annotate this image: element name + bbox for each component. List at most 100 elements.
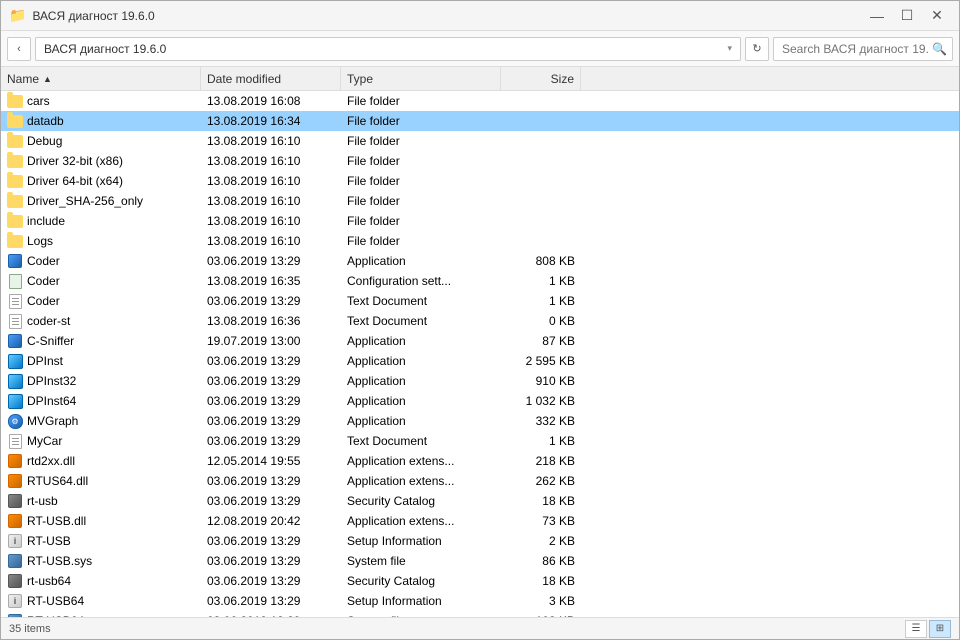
- file-row[interactable]: i RT-USB 03.06.2019 13:29 Setup Informat…: [1, 531, 959, 551]
- address-text: ВАСЯ диагност 19.6.0: [44, 42, 166, 56]
- inf-icon: i: [8, 534, 22, 548]
- column-header-name[interactable]: Name ▲: [1, 67, 201, 90]
- cat-icon: [8, 494, 22, 508]
- file-row[interactable]: include 13.08.2019 16:10 File folder: [1, 211, 959, 231]
- column-header-size[interactable]: Size: [501, 67, 581, 90]
- address-dropdown-icon[interactable]: ▾: [727, 43, 732, 54]
- file-icon-wrapper: ⚙: [7, 413, 23, 429]
- search-input[interactable]: [773, 37, 953, 61]
- file-row[interactable]: ⚙ MVGraph 03.06.2019 13:29 Application 3…: [1, 411, 959, 431]
- file-name: DPInst64: [27, 394, 76, 408]
- file-name-cell: DPInst64: [1, 391, 201, 411]
- file-name-cell: RT-USB.sys: [1, 551, 201, 571]
- file-row[interactable]: Coder 03.06.2019 13:29 Text Document 1 K…: [1, 291, 959, 311]
- explorer-window: 📁 ВАСЯ диагност 19.6.0 — ☐ ✕ ‹ ВАСЯ диаг…: [0, 0, 960, 640]
- file-name-cell: DPInst32: [1, 371, 201, 391]
- file-row[interactable]: datadb 13.08.2019 16:34 File folder: [1, 111, 959, 131]
- file-type-cell: Security Catalog: [341, 491, 501, 511]
- file-date-cell: 03.06.2019 13:29: [201, 391, 341, 411]
- file-name-cell: Logs: [1, 231, 201, 251]
- file-name-cell: rt-usb: [1, 491, 201, 511]
- file-size-cell: 1 KB: [501, 431, 581, 451]
- file-type-cell: File folder: [341, 131, 501, 151]
- file-type-cell: Application extens...: [341, 511, 501, 531]
- file-size-cell: 18 KB: [501, 571, 581, 591]
- file-row[interactable]: Coder 13.08.2019 16:35 Configuration set…: [1, 271, 959, 291]
- file-name: rt-usb64: [27, 574, 71, 588]
- exe-icon: [8, 334, 22, 348]
- file-row[interactable]: DPInst32 03.06.2019 13:29 Application 91…: [1, 371, 959, 391]
- dll-icon: [8, 474, 22, 488]
- minimize-button[interactable]: —: [863, 4, 891, 28]
- file-row[interactable]: RT-USB.sys 03.06.2019 13:29 System file …: [1, 551, 959, 571]
- file-size-cell: 2 595 KB: [501, 351, 581, 371]
- file-date-cell: 03.06.2019 13:29: [201, 371, 341, 391]
- file-row[interactable]: Driver 32-bit (x86) 13.08.2019 16:10 Fil…: [1, 151, 959, 171]
- file-size-cell: 3 KB: [501, 591, 581, 611]
- file-row[interactable]: rt-usb 03.06.2019 13:29 Security Catalog…: [1, 491, 959, 511]
- file-name: C-Sniffer: [27, 334, 74, 348]
- view-list-button[interactable]: ☰: [905, 620, 927, 638]
- file-list[interactable]: cars 13.08.2019 16:08 File folder datadb…: [1, 91, 959, 617]
- file-icon-wrapper: [7, 353, 23, 369]
- file-name: Logs: [27, 234, 53, 248]
- file-name-cell: include: [1, 211, 201, 231]
- file-date-cell: 03.06.2019 13:29: [201, 431, 341, 451]
- file-type-cell: Setup Information: [341, 531, 501, 551]
- file-type-cell: Application: [341, 251, 501, 271]
- view-details-button[interactable]: ⊞: [929, 620, 951, 638]
- column-header-type[interactable]: Type: [341, 67, 501, 90]
- file-name: Driver_SHA-256_only: [27, 194, 143, 208]
- file-row[interactable]: RT-USB.dll 12.08.2019 20:42 Application …: [1, 511, 959, 531]
- file-row[interactable]: Coder 03.06.2019 13:29 Application 808 K…: [1, 251, 959, 271]
- window-icon: 📁: [9, 7, 26, 24]
- file-row[interactable]: MyCar 03.06.2019 13:29 Text Document 1 K…: [1, 431, 959, 451]
- file-icon-wrapper: [7, 153, 23, 169]
- file-name-cell: Coder: [1, 291, 201, 311]
- file-row[interactable]: i RT-USB64 03.06.2019 13:29 Setup Inform…: [1, 591, 959, 611]
- file-name: MyCar: [27, 434, 62, 448]
- file-row[interactable]: RTUS64.dll 03.06.2019 13:29 Application …: [1, 471, 959, 491]
- file-size-cell: 86 KB: [501, 551, 581, 571]
- file-date-cell: 03.06.2019 13:29: [201, 531, 341, 551]
- file-row[interactable]: Driver_SHA-256_only 13.08.2019 16:10 Fil…: [1, 191, 959, 211]
- file-type-cell: Application: [341, 371, 501, 391]
- address-path[interactable]: ВАСЯ диагност 19.6.0 ▾: [35, 37, 741, 61]
- file-size-cell: 218 KB: [501, 451, 581, 471]
- file-icon-wrapper: [7, 453, 23, 469]
- file-date-cell: 13.08.2019 16:10: [201, 131, 341, 151]
- maximize-button[interactable]: ☐: [893, 4, 921, 28]
- column-header-date[interactable]: Date modified: [201, 67, 341, 90]
- file-type-cell: System file: [341, 551, 501, 571]
- file-name-cell: rt-usb64: [1, 571, 201, 591]
- file-row[interactable]: coder-st 13.08.2019 16:36 Text Document …: [1, 311, 959, 331]
- file-name: RT-USB: [27, 534, 71, 548]
- file-icon-wrapper: [7, 93, 23, 109]
- file-row[interactable]: cars 13.08.2019 16:08 File folder: [1, 91, 959, 111]
- file-row[interactable]: DPInst64 03.06.2019 13:29 Application 1 …: [1, 391, 959, 411]
- file-name: rtd2xx.dll: [27, 454, 75, 468]
- file-date-cell: 13.08.2019 16:34: [201, 111, 341, 131]
- file-row[interactable]: C-Sniffer 19.07.2019 13:00 Application 8…: [1, 331, 959, 351]
- file-type-cell: File folder: [341, 191, 501, 211]
- file-row[interactable]: rt-usb64 03.06.2019 13:29 Security Catal…: [1, 571, 959, 591]
- file-date-cell: 13.08.2019 16:08: [201, 91, 341, 111]
- file-row[interactable]: Logs 13.08.2019 16:10 File folder: [1, 231, 959, 251]
- file-date-cell: 13.08.2019 16:36: [201, 311, 341, 331]
- close-button[interactable]: ✕: [923, 4, 951, 28]
- back-button[interactable]: ‹: [7, 37, 31, 61]
- file-type-cell: Application: [341, 411, 501, 431]
- folder-icon: [7, 215, 23, 228]
- file-size-cell: [501, 231, 581, 251]
- file-size-cell: 1 032 KB: [501, 391, 581, 411]
- file-row[interactable]: rtd2xx.dll 12.05.2014 19:55 Application …: [1, 451, 959, 471]
- file-row[interactable]: Debug 13.08.2019 16:10 File folder: [1, 131, 959, 151]
- file-row[interactable]: Driver 64-bit (x64) 13.08.2019 16:10 Fil…: [1, 171, 959, 191]
- file-date-cell: 03.06.2019 13:29: [201, 291, 341, 311]
- file-row[interactable]: DPInst 03.06.2019 13:29 Application 2 59…: [1, 351, 959, 371]
- file-name-cell: rtd2xx.dll: [1, 451, 201, 471]
- net-exe-icon: [8, 374, 23, 389]
- file-name-cell: i RT-USB: [1, 531, 201, 551]
- refresh-button[interactable]: ↻: [745, 37, 769, 61]
- file-size-cell: 910 KB: [501, 371, 581, 391]
